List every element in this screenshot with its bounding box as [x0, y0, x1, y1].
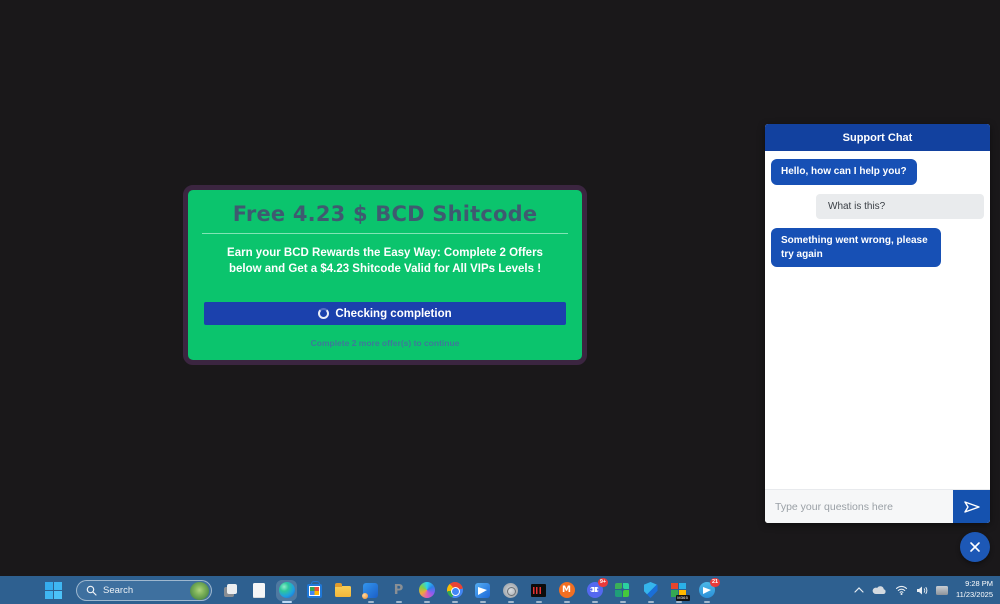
monero-icon: M	[559, 582, 575, 598]
windows-logo-icon	[54, 582, 62, 590]
clock-time: 9:28 PM	[956, 579, 993, 590]
divider	[202, 233, 568, 234]
taskbar-item-blue-bird-app[interactable]	[474, 582, 491, 599]
tray-app-icon	[936, 586, 948, 595]
tray-network[interactable]	[895, 585, 908, 595]
taskbar-item-copilot[interactable]	[418, 582, 435, 599]
bing-daily-plant-thumbnail	[190, 582, 209, 600]
edge-icon	[279, 582, 295, 598]
loading-spinner-icon	[318, 308, 329, 319]
taskbar-item-green-app[interactable]	[614, 582, 631, 599]
onedrive-cloud-icon	[872, 585, 887, 595]
checking-completion-button[interactable]: Checking completion	[204, 302, 566, 325]
taskbar-item-m365[interactable]: M365	[670, 582, 687, 599]
chat-close-button[interactable]	[960, 532, 990, 562]
dial-app-icon	[503, 583, 518, 598]
discord-notification-badge: 9+	[598, 578, 608, 587]
outlook-icon	[363, 583, 378, 598]
telegram-notification-badge: 21	[710, 578, 720, 587]
m365-icon: M365	[671, 583, 687, 598]
green-app-icon	[615, 583, 630, 598]
send-button[interactable]	[953, 490, 990, 523]
taskbar-search-box[interactable]: Search	[76, 580, 212, 601]
search-icon	[86, 585, 97, 596]
windows-logo-icon	[54, 591, 62, 599]
copilot-icon	[419, 582, 435, 598]
windows-logo-icon	[45, 591, 53, 599]
chevron-up-icon	[854, 587, 864, 593]
start-button[interactable]	[44, 581, 62, 599]
windows-logo-icon	[45, 582, 53, 590]
support-chat-panel: Support Chat Hello, how can I help you? …	[765, 124, 990, 523]
offers-remaining-note: Complete 2 more offer(s) to continue	[188, 338, 582, 348]
taskbar-item-chrome[interactable]	[446, 582, 463, 599]
system-tray: 9:28 PM 11/23/2025	[854, 576, 1000, 604]
promo-card: Free 4.23 $ BCD Shitcode Earn your BCD R…	[183, 185, 587, 365]
chat-input-row	[765, 489, 990, 523]
blue-bird-app-icon	[475, 583, 490, 598]
m365-label: M365	[676, 595, 690, 601]
taskbar-item-outlook[interactable]	[362, 582, 379, 599]
taskbar-item-discord[interactable]: 9+	[586, 582, 603, 599]
taskbar-item-monero[interactable]: M	[558, 582, 575, 599]
tray-onedrive[interactable]	[872, 585, 887, 595]
taskbar-item-stacked-windows[interactable]	[222, 582, 239, 599]
user-message: What is this?	[816, 194, 984, 220]
chat-message-list: Hello, how can I help you? What is this?…	[765, 151, 990, 267]
chrome-icon	[447, 582, 463, 598]
taskbar: Search P	[0, 576, 1000, 604]
clock-date: 11/23/2025	[956, 590, 993, 601]
taskbar-item-telegram[interactable]: 21	[698, 582, 715, 599]
bot-message: Hello, how can I help you?	[771, 159, 917, 185]
taskbar-item-file-explorer[interactable]	[334, 582, 351, 599]
microsoft-store-icon	[307, 584, 322, 598]
file-explorer-icon	[335, 586, 351, 597]
tray-app[interactable]	[936, 586, 948, 595]
support-chat-header: Support Chat	[765, 124, 990, 151]
volume-icon	[916, 585, 928, 596]
taskbar-app-icons: P M 9+ M365	[222, 576, 715, 604]
promo-description: Earn your BCD Rewards the Easy Way: Comp…	[216, 246, 554, 278]
search-label: Search	[103, 585, 190, 596]
taskbar-item-microsoft-store[interactable]	[306, 582, 323, 599]
defender-shield-icon	[644, 582, 658, 598]
audio-app-icon	[531, 584, 546, 597]
taskbar-item-notepad[interactable]	[250, 582, 267, 599]
bot-message: Something went wrong, please try again	[771, 228, 941, 267]
wifi-icon	[895, 585, 908, 595]
notepad-icon	[253, 583, 265, 598]
taskbar-clock[interactable]: 9:28 PM 11/23/2025	[956, 579, 993, 601]
tray-chevron-up[interactable]	[854, 587, 864, 593]
taskbar-item-p-app[interactable]: P	[390, 582, 407, 599]
support-chat-title: Support Chat	[843, 132, 913, 144]
checking-completion-label: Checking completion	[335, 308, 451, 320]
promo-title: Free 4.23 $ BCD Shitcode	[188, 202, 582, 226]
send-icon	[963, 500, 981, 514]
taskbar-item-edge[interactable]	[278, 582, 295, 599]
p-logo-icon: P	[394, 583, 404, 598]
close-icon	[969, 541, 981, 553]
stacked-windows-icon	[224, 584, 237, 597]
tray-volume[interactable]	[916, 585, 928, 596]
taskbar-item-dial-app[interactable]	[502, 582, 519, 599]
chat-question-input[interactable]	[765, 490, 953, 523]
taskbar-item-audio-app[interactable]	[530, 582, 547, 599]
taskbar-item-defender[interactable]	[642, 582, 659, 599]
